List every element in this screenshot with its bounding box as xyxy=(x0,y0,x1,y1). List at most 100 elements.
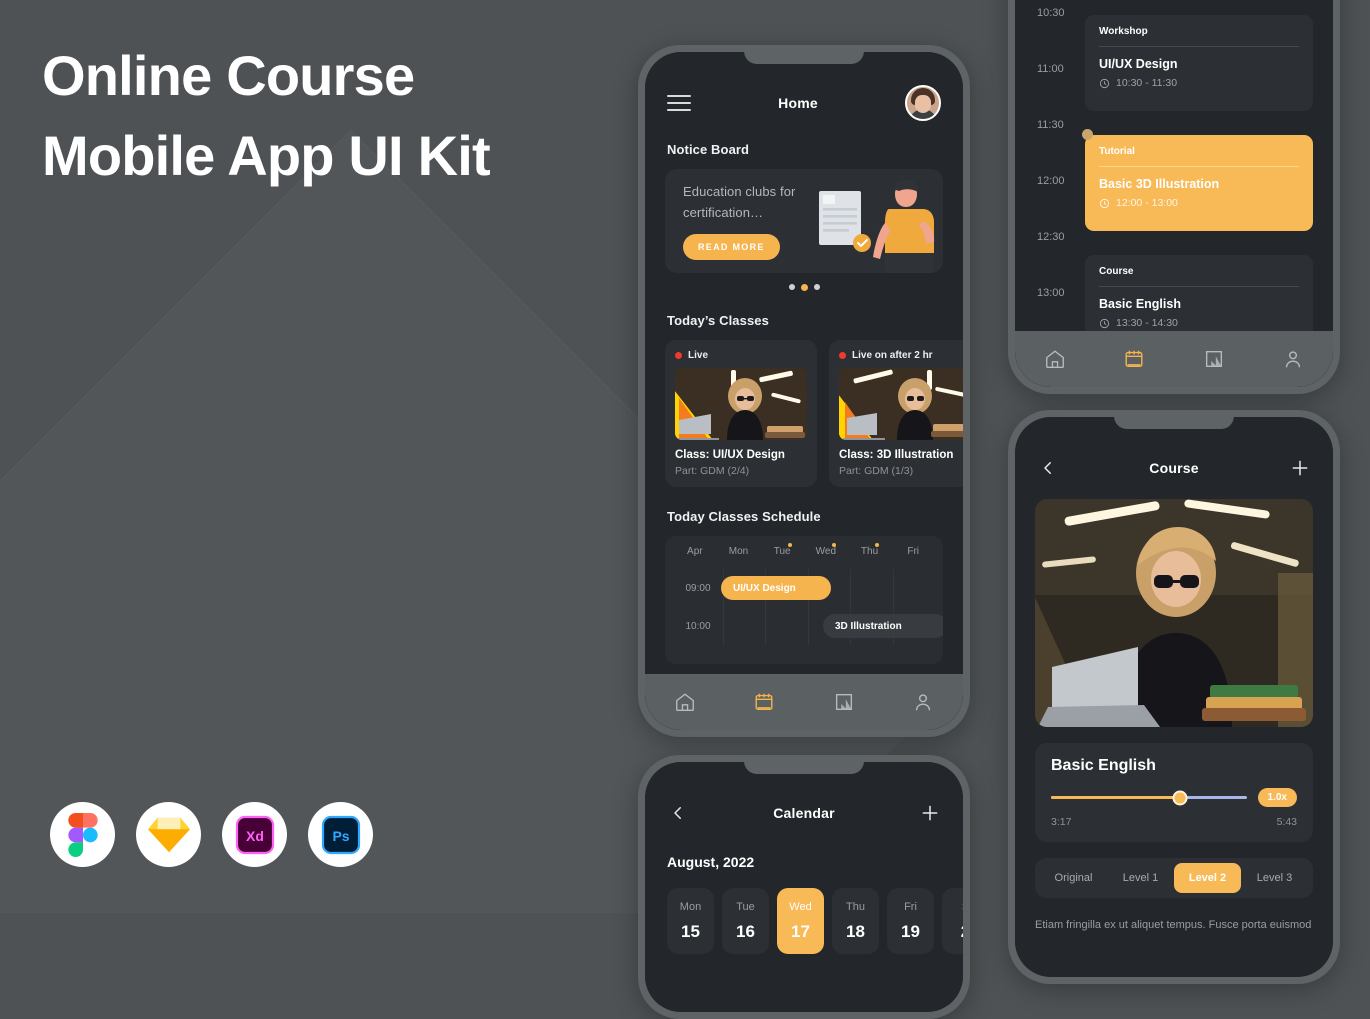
course-description: Etiam fringilla ex ut aliquet tempus. Fu… xyxy=(1035,919,1312,931)
plus-icon[interactable] xyxy=(1289,457,1311,479)
schedule-time-label: 10:00 xyxy=(685,620,711,632)
phone-notch xyxy=(1114,410,1234,429)
page-title-line-2: Mobile App UI Kit xyxy=(42,123,491,187)
timeline-event[interactable]: Workshop UI/UX Design 10:30 - 11:30 xyxy=(1085,15,1313,111)
carousel-dot[interactable] xyxy=(813,284,820,290)
calendar-day[interactable]: S 2 xyxy=(942,888,963,954)
notice-board-heading: Notice Board xyxy=(667,142,750,157)
nav-person-icon[interactable] xyxy=(1282,348,1304,370)
timeline-time-label: 12:00 xyxy=(1037,175,1065,187)
read-more-button[interactable]: READ MORE xyxy=(683,234,780,261)
calendar-month-label: August, 2022 xyxy=(667,854,755,870)
live-dot-icon xyxy=(839,352,846,359)
class-card[interactable]: Live on after 2 hr Class: 3D Illustratio… xyxy=(829,340,963,487)
playback-speed-button[interactable]: 1.0x xyxy=(1257,788,1297,807)
level-tabs: Original Level 1 Level 2 Level 3 xyxy=(1035,858,1313,898)
course-screen: Course Basic English 1.0x 3:17 5:43 Orig… xyxy=(1015,417,1333,977)
calendar-day-number: 17 xyxy=(791,921,810,941)
nav-calendar-icon[interactable] xyxy=(753,691,775,713)
nav-home-icon[interactable] xyxy=(674,691,696,713)
timeline-event-highlighted[interactable]: Tutorial Basic 3D Illustration 12:00 - 1… xyxy=(1082,129,1313,231)
calendar-day-number: 15 xyxy=(681,921,700,941)
clock-icon xyxy=(1099,78,1110,88)
phone-mockup-course: Course Basic English 1.0x 3:17 5:43 Orig… xyxy=(1008,410,1340,984)
schedule-row: 09:00 UI/UX Design xyxy=(665,569,943,607)
calendar-day-selected[interactable]: Wed 17 xyxy=(777,888,824,954)
calendar-day-name: Tue xyxy=(736,900,755,913)
schedule-day-fri: Fri xyxy=(907,546,920,557)
calendar-day-number: 18 xyxy=(846,921,865,941)
timeline-time-label: 11:00 xyxy=(1037,63,1064,75)
event-time: 10:30 - 11:30 xyxy=(1099,77,1299,89)
nav-layers-icon[interactable] xyxy=(833,691,855,713)
schedule-cells: 3D Illustration xyxy=(723,607,943,645)
calendar-day-number: 2 xyxy=(961,922,963,942)
nav-person-icon[interactable] xyxy=(912,691,934,713)
event-time-range: 12:00 - 13:00 xyxy=(1116,197,1178,209)
carousel-dots[interactable] xyxy=(645,284,963,291)
elapsed-time: 3:17 xyxy=(1051,816,1072,828)
event-name: UI/UX Design xyxy=(1099,57,1178,71)
duration-time: 5:43 xyxy=(1276,816,1297,828)
tab-level-3[interactable]: Level 3 xyxy=(1241,863,1308,893)
calendar-screen: Calendar August, 2022 Mon 15 Tue 16 Wed … xyxy=(645,762,963,1012)
schedule-time-label: 09:00 xyxy=(685,582,711,594)
svg-text:Ps: Ps xyxy=(332,828,349,844)
schedule-heading: Today Classes Schedule xyxy=(667,509,821,524)
photoshop-logo: Ps xyxy=(308,802,373,867)
calendar-day-number: 19 xyxy=(901,921,920,941)
progress-slider[interactable] xyxy=(1051,790,1247,805)
tab-level-2[interactable]: Level 2 xyxy=(1174,863,1241,893)
tab-level-1[interactable]: Level 1 xyxy=(1107,863,1174,893)
event-kind: Tutorial xyxy=(1099,146,1299,167)
nav-home-icon[interactable] xyxy=(1044,348,1066,370)
page-title: Online Course Mobile App UI Kit xyxy=(42,36,602,195)
calendar-day[interactable]: Fri 19 xyxy=(887,888,934,954)
svg-text:Xd: Xd xyxy=(246,828,264,844)
clock-icon xyxy=(1099,198,1110,208)
event-kind: Workshop xyxy=(1099,26,1299,47)
phone-notch xyxy=(744,755,864,774)
class-card[interactable]: Live Class: UI/UX Design Part: GDM (2/4) xyxy=(665,340,817,487)
calendar-day[interactable]: Thu 18 xyxy=(832,888,879,954)
chevron-left-icon[interactable] xyxy=(667,802,689,824)
page-title-line-1: Online Course xyxy=(42,44,415,107)
tab-original[interactable]: Original xyxy=(1040,863,1107,893)
nav-layers-icon[interactable] xyxy=(1203,348,1225,370)
bottom-navigation xyxy=(1015,331,1333,387)
schedule-event-chip[interactable]: 3D Illustration xyxy=(823,614,943,638)
schedule-event-chip[interactable]: UI/UX Design xyxy=(721,576,831,600)
notice-board-card[interactable]: Education clubs for certification… READ … xyxy=(665,169,943,273)
class-thumbnail xyxy=(675,368,807,440)
calendar-day-name: Mon xyxy=(679,900,702,913)
hamburger-menu-icon[interactable] xyxy=(667,95,691,111)
event-name: Basic 3D Illustration xyxy=(1099,177,1220,191)
schedule-day-thu: Thu xyxy=(848,543,892,557)
calendar-day[interactable]: Tue 16 xyxy=(722,888,769,954)
day-dot-icon xyxy=(875,543,880,547)
event-name: Basic English xyxy=(1099,297,1181,311)
live-label: Live xyxy=(688,350,709,361)
avatar[interactable] xyxy=(904,85,941,121)
nav-calendar-icon[interactable] xyxy=(1123,348,1145,370)
live-dot-icon xyxy=(675,352,682,359)
calendar-day[interactable]: Mon 15 xyxy=(667,888,714,954)
chevron-left-icon[interactable] xyxy=(1037,457,1059,479)
schedule-corner-label: Apr xyxy=(687,546,703,557)
carousel-dot-active[interactable] xyxy=(800,284,808,291)
calendar-day-strip: Mon 15 Tue 16 Wed 17 Thu 18 Fri 19 xyxy=(645,870,963,954)
phone-mockup-schedule: Workshop UI/UX Design 10:30 - 11:30 Tuto… xyxy=(1008,0,1340,394)
schedule-day-mon: Mon xyxy=(728,546,749,557)
schedule-grid: Apr Mon Tue Wed Thu Fri 09:00 UI/UX Desi… xyxy=(665,536,943,664)
player-controls: 1.0x xyxy=(1051,788,1297,807)
tool-logos: Xd Ps xyxy=(50,802,373,867)
plus-icon[interactable] xyxy=(919,802,941,824)
timeline-time-column: 10:30 11:00 11:30 12:00 12:30 13:00 13:3… xyxy=(1015,7,1079,387)
carousel-dot[interactable] xyxy=(788,284,795,290)
timeline-time-label: 10:30 xyxy=(1037,7,1065,19)
schedule-row: 10:00 3D Illustration xyxy=(665,607,943,645)
progress-knob[interactable] xyxy=(1172,790,1188,805)
course-title: Course xyxy=(1149,460,1199,476)
figma-logo xyxy=(50,802,115,867)
course-hero-image xyxy=(1035,499,1313,727)
